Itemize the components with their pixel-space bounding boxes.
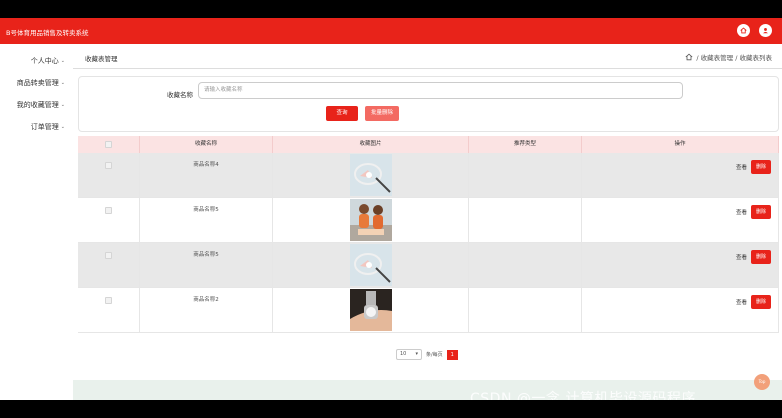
favorite-name: 商品名称4 <box>193 162 219 168</box>
search-input[interactable]: 请输入收藏名称 <box>198 82 683 99</box>
sidebar: 个人中心 ⌄ 商品转卖管理 ⌄ 我的收藏管理 ⌄ 订单管理 ⌄ <box>0 44 73 400</box>
back-to-top-button[interactable]: Top <box>754 374 770 390</box>
type-cell <box>469 198 582 242</box>
home-icon[interactable] <box>685 53 693 61</box>
table-row[interactable]: 商品名称5 查看 删除 <box>78 243 779 288</box>
page-size-value: 10 <box>400 351 407 357</box>
type-cell <box>469 243 582 287</box>
user-icon <box>763 28 768 34</box>
select-all-checkbox[interactable] <box>105 141 112 148</box>
app-title: B号体育用品销售及转卖系统 <box>6 29 89 37</box>
chevron-down-icon: ⌄ <box>60 58 65 64</box>
sidebar-item-resale[interactable]: 商品转卖管理 ⌄ <box>17 78 65 88</box>
delete-button[interactable]: 删除 <box>751 250 771 264</box>
select-all-cell <box>78 136 140 153</box>
page-number-current[interactable]: 1 <box>446 349 458 360</box>
chevron-down-icon: ▾ <box>415 351 418 357</box>
sidebar-item-label: 订单管理 <box>30 123 59 131</box>
breadcrumb: 收藏表管理 / 收藏表管理 / 收藏表列表 <box>73 44 782 69</box>
delete-button[interactable]: 删除 <box>751 295 771 309</box>
actions-cell: 查看 删除 <box>582 153 779 197</box>
actions-cell: 查看 删除 <box>582 243 779 287</box>
favorite-name: 商品名称5 <box>193 207 219 213</box>
actions-cell: 查看 删除 <box>582 288 779 332</box>
batch-delete-button[interactable]: 批量删除 <box>365 106 399 121</box>
row-checkbox[interactable] <box>105 297 112 304</box>
screen-top-bar <box>0 0 782 18</box>
delete-button[interactable]: 删除 <box>751 160 771 174</box>
type-cell <box>469 288 582 332</box>
user-button[interactable] <box>759 24 772 37</box>
top-navbar: B号体育用品销售及转卖系统 <box>0 18 782 44</box>
favorite-image <box>350 289 392 331</box>
sidebar-item-favorites[interactable]: 我的收藏管理 ⌄ <box>17 100 65 110</box>
table-row[interactable]: 商品名称4 查看 删除 <box>78 153 779 198</box>
home-icon <box>740 27 747 34</box>
name-cell: 商品名称2 <box>140 288 273 332</box>
sidebar-item-personal-center[interactable]: 个人中心 ⌄ <box>31 56 65 66</box>
type-cell <box>469 153 582 197</box>
row-checkbox[interactable] <box>105 162 112 169</box>
name-cell: 商品名称5 <box>140 198 273 242</box>
breadcrumb-path: / 收藏表管理 / 收藏表列表 <box>685 52 772 62</box>
image-cell <box>273 288 469 332</box>
sidebar-item-label: 商品转卖管理 <box>16 79 59 87</box>
chevron-down-icon: ⌄ <box>60 80 65 86</box>
image-cell <box>273 243 469 287</box>
table-header: 收藏名称 收藏图片 推荐类型 操作 <box>78 136 779 153</box>
row-checkbox[interactable] <box>105 207 112 214</box>
favorite-image <box>350 154 392 196</box>
checkbox-cell <box>78 198 140 242</box>
image-cell <box>273 198 469 242</box>
breadcrumb-text: / 收藏表管理 / 收藏表列表 <box>696 54 772 62</box>
main-content: 收藏表管理 / 收藏表管理 / 收藏表列表 收藏名称 请输入收藏名称 查询 批量… <box>73 44 782 400</box>
view-button[interactable]: 查看 <box>736 253 747 261</box>
search-panel: 收藏名称 请输入收藏名称 查询 批量删除 <box>78 76 779 132</box>
view-button[interactable]: 查看 <box>736 298 747 306</box>
row-checkbox[interactable] <box>105 252 112 259</box>
checkbox-cell <box>78 288 140 332</box>
name-cell: 商品名称5 <box>140 243 273 287</box>
favorite-image <box>350 244 392 286</box>
column-header[interactable]: 推荐类型 <box>469 136 582 153</box>
search-button[interactable]: 查询 <box>326 106 358 121</box>
actions-cell: 查看 删除 <box>582 198 779 242</box>
page-title: 收藏表管理 <box>85 55 118 63</box>
sidebar-item-label: 个人中心 <box>30 57 59 65</box>
sidebar-item-label: 我的收藏管理 <box>16 101 59 109</box>
pagination: 10 ▾ 条/每页 1 <box>396 349 458 360</box>
per-page-label: 条/每页 <box>426 352 443 358</box>
checkbox-cell <box>78 243 140 287</box>
screen-bottom-bar <box>0 400 782 418</box>
favorite-image <box>350 199 392 241</box>
chevron-down-icon: ⌄ <box>60 102 65 108</box>
favorite-name: 商品名称5 <box>193 252 219 258</box>
column-header: 操作 <box>582 136 779 153</box>
delete-button[interactable]: 删除 <box>751 205 771 219</box>
chevron-down-icon: ⌄ <box>60 124 65 130</box>
table-row[interactable]: 商品名称5 查看 删除 <box>78 198 779 243</box>
column-header: 收藏图片 <box>273 136 469 153</box>
sidebar-item-orders[interactable]: 订单管理 ⌄ <box>31 122 65 132</box>
name-cell: 商品名称4 <box>140 153 273 197</box>
table-row[interactable]: 商品名称2 查看 删除 <box>78 288 779 333</box>
search-label: 收藏名称 <box>167 91 193 99</box>
page-size-select[interactable]: 10 ▾ <box>396 349 422 360</box>
image-cell <box>273 153 469 197</box>
view-button[interactable]: 查看 <box>736 163 747 171</box>
column-header[interactable]: 收藏名称 <box>140 136 273 153</box>
view-button[interactable]: 查看 <box>736 208 747 216</box>
checkbox-cell <box>78 153 140 197</box>
home-button[interactable] <box>737 24 750 37</box>
favorite-name: 商品名称2 <box>193 297 219 303</box>
